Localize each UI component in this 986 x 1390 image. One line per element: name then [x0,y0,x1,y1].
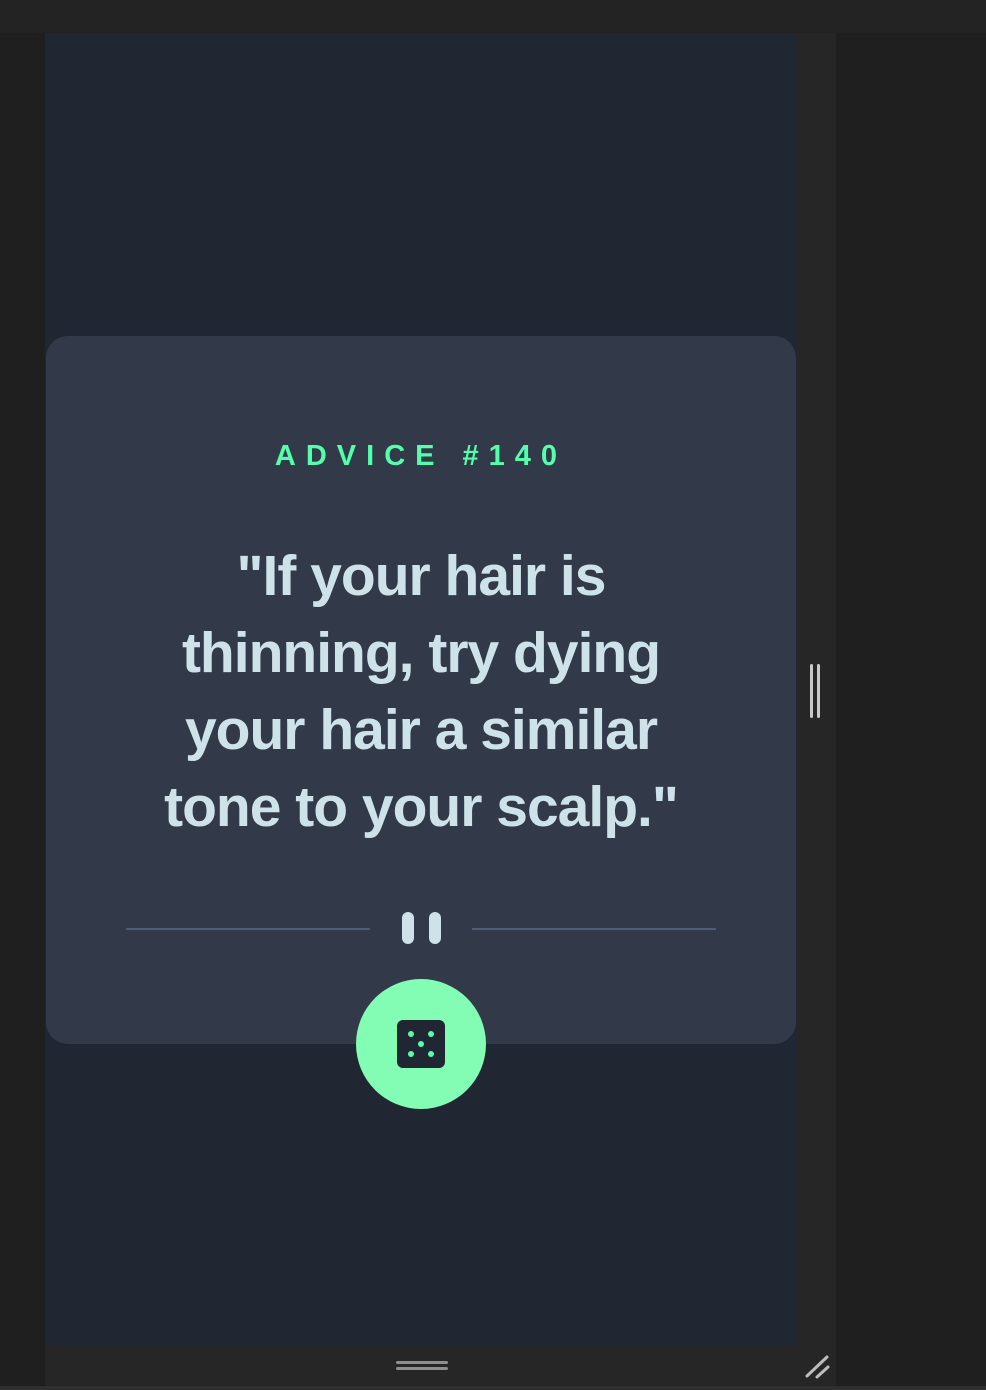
grip-line [810,664,813,718]
resize-corner-icon [805,1355,830,1379]
grip-line [396,1367,448,1370]
advice-id-heading: ADVICE #140 [274,440,568,472]
vertical-resize-handle[interactable] [810,664,822,718]
horizontal-resize-handle[interactable] [396,1361,448,1375]
pause-bar [429,912,441,944]
bottom-edge [0,1386,986,1390]
divider-line-left [126,928,370,930]
new-advice-button[interactable] [356,979,486,1109]
pause-bar [402,912,414,944]
corner-resize-handle[interactable] [802,1352,832,1380]
grip-line [396,1361,448,1364]
pattern-divider [126,910,716,946]
window-top-bar [0,0,986,33]
divider-line-right [472,928,716,930]
grip-line [817,664,820,718]
dice-icon [397,1020,445,1068]
advice-quote: "If your hair is thinning, try dying you… [164,544,679,839]
